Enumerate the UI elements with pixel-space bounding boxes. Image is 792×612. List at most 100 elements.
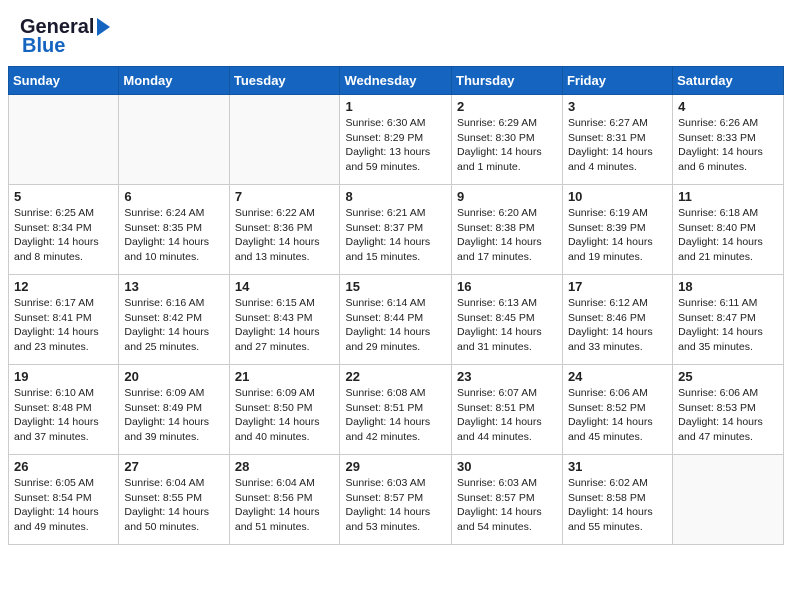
day-cell: 7Sunrise: 6:22 AMSunset: 8:36 PMDaylight… bbox=[229, 185, 340, 275]
day-cell: 28 Sunrise: 6:04 AMSunset: 8:56 PMDayligh… bbox=[229, 455, 340, 545]
day-cell: 19 Sunrise: 6:10 AMSunset: 8:48 PMDayligh… bbox=[9, 365, 119, 455]
day-number: 8 bbox=[345, 189, 446, 204]
day-cell: 15Sunrise: 6:14 AMSunset: 8:44 PMDayligh… bbox=[340, 275, 452, 365]
day-info: Sunrise: 6:06 AMSunset: 8:52 PMDaylight:… bbox=[568, 386, 667, 445]
day-number: 2 bbox=[457, 99, 557, 114]
logo-arrow-icon bbox=[97, 18, 110, 36]
day-cell: 1 Sunrise: 6:30 AMSunset: 8:29 PMDaylight… bbox=[340, 95, 452, 185]
day-cell: 27 Sunrise: 6:04 AMSunset: 8:55 PMDayligh… bbox=[119, 455, 229, 545]
day-info: Sunrise: 6:11 AMSunset: 8:47 PMDaylight:… bbox=[678, 296, 778, 355]
day-number: 12 bbox=[14, 279, 113, 294]
day-cell: 6 Sunrise: 6:24 AMSunset: 8:35 PMDaylight… bbox=[119, 185, 229, 275]
day-number: 20 bbox=[124, 369, 223, 384]
day-cell: 3 Sunrise: 6:27 AMSunset: 8:31 PMDaylight… bbox=[562, 95, 672, 185]
day-info: Sunrise: 6:29 AMSunset: 8:30 PMDaylight:… bbox=[457, 116, 557, 175]
day-number: 30 bbox=[457, 459, 557, 474]
day-cell: 11 Sunrise: 6:18 AMSunset: 8:40 PMDayligh… bbox=[673, 185, 784, 275]
day-number: 5 bbox=[14, 189, 113, 204]
day-cell: 25Sunrise: 6:06 AMSunset: 8:53 PMDayligh… bbox=[673, 365, 784, 455]
day-cell: 31Sunrise: 6:02 AMSunset: 8:58 PMDayligh… bbox=[562, 455, 672, 545]
day-cell: 4 Sunrise: 6:26 AMSunset: 8:33 PMDaylight… bbox=[673, 95, 784, 185]
day-number: 14 bbox=[235, 279, 335, 294]
day-number: 1 bbox=[345, 99, 446, 114]
day-cell bbox=[9, 95, 119, 185]
day-info: Sunrise: 6:18 AMSunset: 8:40 PMDaylight:… bbox=[678, 206, 778, 265]
day-cell: 26Sunrise: 6:05 AMSunset: 8:54 PMDayligh… bbox=[9, 455, 119, 545]
day-cell: 20 Sunrise: 6:09 AMSunset: 8:49 PMDayligh… bbox=[119, 365, 229, 455]
day-number: 17 bbox=[568, 279, 667, 294]
calendar-table: SundayMondayTuesdayWednesdayThursdayFrid… bbox=[8, 66, 784, 545]
day-number: 25 bbox=[678, 369, 778, 384]
day-info: Sunrise: 6:09 AMSunset: 8:49 PMDaylight:… bbox=[124, 386, 223, 445]
day-cell: 21 Sunrise: 6:09 AMSunset: 8:50 PMDayligh… bbox=[229, 365, 340, 455]
day-number: 26 bbox=[14, 459, 113, 474]
day-number: 16 bbox=[457, 279, 557, 294]
day-cell bbox=[229, 95, 340, 185]
day-number: 9 bbox=[457, 189, 557, 204]
week-row-2: 5 Sunrise: 6:25 AMSunset: 8:34 PMDaylight… bbox=[9, 185, 784, 275]
day-number: 27 bbox=[124, 459, 223, 474]
day-number: 21 bbox=[235, 369, 335, 384]
day-info: Sunrise: 6:03 AMSunset: 8:57 PMDaylight:… bbox=[457, 476, 557, 535]
day-cell: 9 Sunrise: 6:20 AMSunset: 8:38 PMDaylight… bbox=[452, 185, 563, 275]
day-cell: 13Sunrise: 6:16 AMSunset: 8:42 PMDayligh… bbox=[119, 275, 229, 365]
weekday-header-thursday: Thursday bbox=[452, 67, 563, 95]
day-number: 3 bbox=[568, 99, 667, 114]
day-cell: 24 Sunrise: 6:06 AMSunset: 8:52 PMDayligh… bbox=[562, 365, 672, 455]
day-info: Sunrise: 6:12 AMSunset: 8:46 PMDaylight:… bbox=[568, 296, 667, 355]
day-number: 11 bbox=[678, 189, 778, 204]
week-row-3: 12Sunrise: 6:17 AMSunset: 8:41 PMDayligh… bbox=[9, 275, 784, 365]
day-info: Sunrise: 6:21 AMSunset: 8:37 PMDaylight:… bbox=[345, 206, 446, 265]
day-cell: 30 Sunrise: 6:03 AMSunset: 8:57 PMDayligh… bbox=[452, 455, 563, 545]
day-number: 18 bbox=[678, 279, 778, 294]
day-cell: 29 Sunrise: 6:03 AMSunset: 8:57 PMDayligh… bbox=[340, 455, 452, 545]
weekday-header-monday: Monday bbox=[119, 67, 229, 95]
week-row-1: 1 Sunrise: 6:30 AMSunset: 8:29 PMDaylight… bbox=[9, 95, 784, 185]
day-info: Sunrise: 6:22 AMSunset: 8:36 PMDaylight:… bbox=[235, 206, 335, 265]
day-info: Sunrise: 6:04 AMSunset: 8:56 PMDaylight:… bbox=[235, 476, 335, 535]
day-info: Sunrise: 6:16 AMSunset: 8:42 PMDaylight:… bbox=[124, 296, 223, 355]
week-row-4: 19 Sunrise: 6:10 AMSunset: 8:48 PMDayligh… bbox=[9, 365, 784, 455]
day-info: Sunrise: 6:07 AMSunset: 8:51 PMDaylight:… bbox=[457, 386, 557, 445]
day-cell: 2 Sunrise: 6:29 AMSunset: 8:30 PMDaylight… bbox=[452, 95, 563, 185]
weekday-header-saturday: Saturday bbox=[673, 67, 784, 95]
day-info: Sunrise: 6:30 AMSunset: 8:29 PMDaylight:… bbox=[345, 116, 446, 175]
day-number: 24 bbox=[568, 369, 667, 384]
day-info: Sunrise: 6:03 AMSunset: 8:57 PMDaylight:… bbox=[345, 476, 446, 535]
weekday-header-tuesday: Tuesday bbox=[229, 67, 340, 95]
day-info: Sunrise: 6:08 AMSunset: 8:51 PMDaylight:… bbox=[345, 386, 446, 445]
day-cell: 23 Sunrise: 6:07 AMSunset: 8:51 PMDayligh… bbox=[452, 365, 563, 455]
day-number: 29 bbox=[345, 459, 446, 474]
day-number: 19 bbox=[14, 369, 113, 384]
day-number: 23 bbox=[457, 369, 557, 384]
day-cell: 22 Sunrise: 6:08 AMSunset: 8:51 PMDayligh… bbox=[340, 365, 452, 455]
logo-blue-text: Blue bbox=[22, 35, 65, 58]
day-info: Sunrise: 6:24 AMSunset: 8:35 PMDaylight:… bbox=[124, 206, 223, 265]
logo: General Blue bbox=[20, 16, 110, 58]
day-cell: 16 Sunrise: 6:13 AMSunset: 8:45 PMDayligh… bbox=[452, 275, 563, 365]
day-info: Sunrise: 6:04 AMSunset: 8:55 PMDaylight:… bbox=[124, 476, 223, 535]
day-info: Sunrise: 6:10 AMSunset: 8:48 PMDaylight:… bbox=[14, 386, 113, 445]
week-row-5: 26Sunrise: 6:05 AMSunset: 8:54 PMDayligh… bbox=[9, 455, 784, 545]
weekday-header-friday: Friday bbox=[562, 67, 672, 95]
header: General Blue bbox=[0, 0, 792, 66]
day-number: 4 bbox=[678, 99, 778, 114]
day-cell: 5 Sunrise: 6:25 AMSunset: 8:34 PMDaylight… bbox=[9, 185, 119, 275]
day-info: Sunrise: 6:27 AMSunset: 8:31 PMDaylight:… bbox=[568, 116, 667, 175]
day-info: Sunrise: 6:15 AMSunset: 8:43 PMDaylight:… bbox=[235, 296, 335, 355]
day-info: Sunrise: 6:20 AMSunset: 8:38 PMDaylight:… bbox=[457, 206, 557, 265]
weekday-header-sunday: Sunday bbox=[9, 67, 119, 95]
day-cell: 12Sunrise: 6:17 AMSunset: 8:41 PMDayligh… bbox=[9, 275, 119, 365]
day-info: Sunrise: 6:09 AMSunset: 8:50 PMDaylight:… bbox=[235, 386, 335, 445]
day-number: 15 bbox=[345, 279, 446, 294]
day-info: Sunrise: 6:26 AMSunset: 8:33 PMDaylight:… bbox=[678, 116, 778, 175]
day-cell bbox=[119, 95, 229, 185]
day-cell: 17 Sunrise: 6:12 AMSunset: 8:46 PMDayligh… bbox=[562, 275, 672, 365]
day-number: 6 bbox=[124, 189, 223, 204]
day-info: Sunrise: 6:13 AMSunset: 8:45 PMDaylight:… bbox=[457, 296, 557, 355]
day-number: 28 bbox=[235, 459, 335, 474]
weekday-header-wednesday: Wednesday bbox=[340, 67, 452, 95]
day-number: 22 bbox=[345, 369, 446, 384]
day-info: Sunrise: 6:25 AMSunset: 8:34 PMDaylight:… bbox=[14, 206, 113, 265]
day-cell: 10Sunrise: 6:19 AMSunset: 8:39 PMDayligh… bbox=[562, 185, 672, 275]
